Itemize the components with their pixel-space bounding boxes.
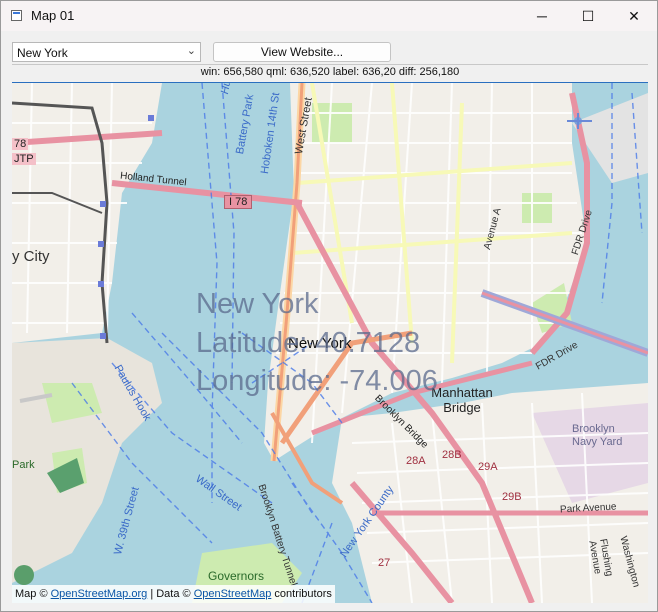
overlay-latitude: Latitude: 40.7128 — [196, 327, 421, 359]
exit-28a-label: 28A — [406, 455, 426, 467]
navy-yard-label: Brooklyn Navy Yard — [572, 423, 623, 448]
app-window: Map 01 ─ ☐ ✕ New York ⌄ View Website... … — [0, 0, 658, 612]
exit-29b-label: 29B — [502, 491, 522, 503]
map-view[interactable]: Hudson Battery Park Hoboken 14th St West… — [12, 82, 648, 603]
map-attribution: Map © OpenStreetMap.org | Data © OpenStr… — [12, 585, 335, 603]
exit-28b-label: 28B — [442, 449, 462, 461]
minimize-button[interactable]: ─ — [519, 1, 565, 31]
governors-label: Governors — [208, 569, 265, 583]
title-bar[interactable]: Map 01 ─ ☐ ✕ — [1, 1, 657, 31]
attribution-suffix: contributors — [274, 588, 332, 600]
overlay-city: New York — [196, 288, 319, 320]
osm-link[interactable]: OpenStreetMap — [194, 588, 272, 600]
city-select-value: New York — [17, 46, 68, 60]
i78-shield-small: 78 — [12, 138, 29, 150]
osm-org-link[interactable]: OpenStreetMap.org — [51, 588, 148, 600]
exit-27-label: 27 — [378, 557, 391, 569]
size-info-label: win: 656,580 qml: 636,520 label: 636,20 … — [12, 64, 648, 81]
toolbar: New York ⌄ View Website... win: 656,580 … — [1, 31, 657, 81]
close-button[interactable]: ✕ — [611, 1, 657, 31]
jersey-city-label: y City — [12, 248, 50, 265]
window-title: Map 01 — [31, 8, 75, 23]
city-select[interactable]: New York ⌄ — [12, 42, 201, 62]
attribution-prefix: Map © — [15, 588, 48, 600]
park-label: Park — [12, 459, 35, 471]
i78-shield: I 78 — [224, 195, 253, 209]
maximize-button[interactable]: ☐ — [565, 1, 611, 31]
jtp-shield: JTP — [12, 153, 36, 165]
attribution-middle: | Data © — [150, 588, 191, 600]
view-website-button[interactable]: View Website... — [213, 42, 391, 62]
chevron-down-icon: ⌄ — [186, 45, 196, 57]
exit-29a-label: 29A — [478, 461, 498, 473]
app-icon — [11, 10, 22, 21]
overlay-longitude: Longitude: -74.006 — [196, 365, 438, 397]
